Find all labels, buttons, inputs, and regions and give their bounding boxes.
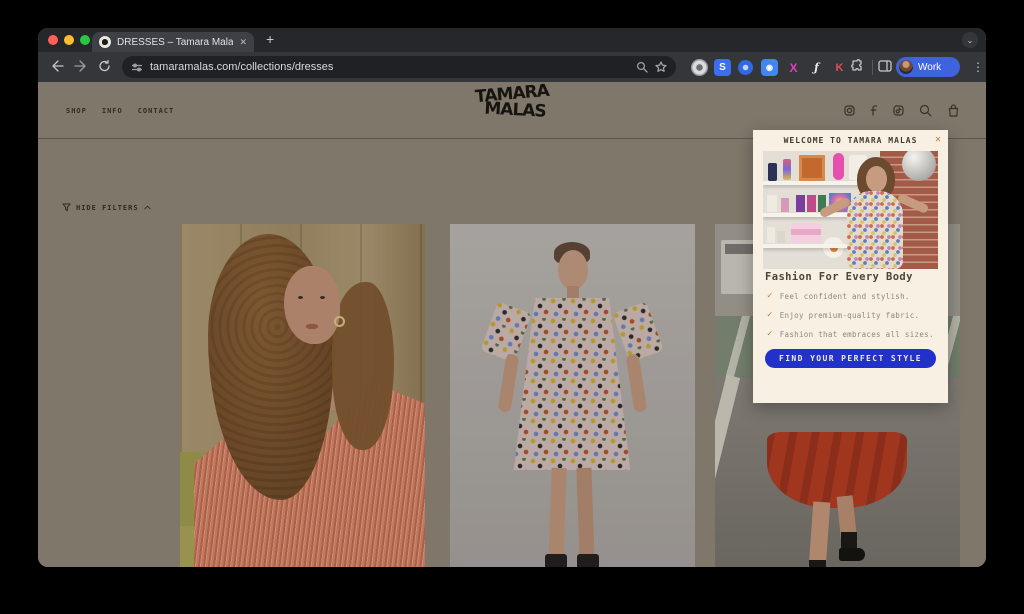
shelf-item-pink-pompoms [833,153,844,180]
shelf-item-magenta-book [807,195,816,212]
site-info-icon[interactable] [131,62,143,73]
header-icons [844,104,960,117]
popup-bullet: ✓ Fashion that embraces all sizes. [767,329,934,339]
tab-favicon-icon [99,36,111,48]
model-lips [306,324,318,329]
side-panel-icon[interactable] [878,60,892,74]
shelf-item-navy-bottle [768,163,777,181]
url-text: tamaramalas.com/collections/dresses [150,61,629,73]
tab-search-button[interactable]: ⌄ [962,32,978,48]
woman-face [866,166,887,192]
popup-boutique-photo [763,151,938,269]
model-eye-right [320,296,325,299]
bullet-text: Feel confident and stylish. [780,292,910,301]
cart-bag-icon[interactable] [947,104,960,117]
back-button[interactable] [50,60,64,74]
black-boot-left [545,554,567,567]
bullet-text: Fashion that embraces all sizes. [780,330,934,339]
hide-filters-label: HIDE FILTERS [76,204,139,212]
popup-header: WELCOME TO TAMARA MALAS [753,130,948,151]
browser-menu-icon[interactable]: ⋮ [972,60,984,74]
profile-avatar [899,60,913,74]
instagram-icon[interactable] [844,105,855,116]
toolbar-separator [872,60,873,75]
facebook-icon[interactable] [870,105,878,116]
nav-item-contact[interactable]: CONTACT [138,107,175,115]
tab-strip: DRESSES – Tamara Malas ✕ + ⌄ [38,28,986,52]
model-hair-right [332,282,394,450]
find-your-style-button[interactable]: FIND YOUR PERFECT STYLE [765,349,936,368]
product-photo-tess[interactable] [450,224,695,567]
tiktok-icon[interactable] [893,105,904,116]
recorder-extension-icon[interactable] [691,59,708,76]
browser-toolbar: tamaramalas.com/collections/dresses S ◉ … [38,52,986,82]
new-tab-button[interactable]: + [266,31,274,47]
forward-button[interactable] [74,60,88,74]
check-icon: ✓ [767,329,773,339]
popup-close-icon[interactable]: ✕ [935,135,941,145]
popup-bullet: ✓ Feel confident and stylish. [767,291,910,301]
shelf-item-orange-book [799,155,825,181]
bullet-text: Enjoy premium-quality fabric. [780,311,920,320]
logo-line-2: MALAS [478,101,552,120]
popup-title: Fashion For Every Body [765,271,913,283]
site-logo[interactable]: TAMARA MALAS [475,87,549,118]
browser-tab[interactable]: DRESSES – Tamara Malas ✕ [92,32,254,52]
product-photo-penelope[interactable] [180,224,425,567]
hide-filters-toggle[interactable]: HIDE FILTERS [62,203,151,212]
model-eye-left [298,296,303,299]
model-face [284,266,340,344]
tab-title: DRESSES – Tamara Malas [117,37,233,48]
check-icon: ✓ [767,291,773,301]
shelf-item-purple-book [796,195,805,212]
check-icon: ✓ [767,310,773,320]
black-boot-right [577,554,599,567]
stripe-extension-icon[interactable]: S [714,59,731,76]
header-search-icon[interactable] [919,104,932,117]
screenshot-stage: DRESSES – Tamara Malas ✕ + ⌄ [0,0,1024,614]
model-neck [567,286,579,300]
bookmark-star-icon[interactable] [655,61,667,73]
profile-chip[interactable]: Work [896,57,960,77]
shelf-item-white-bottle [767,227,775,243]
blue-dot-extension-icon[interactable] [738,60,753,75]
woman-print-dress [847,191,903,269]
nav-item-shop[interactable]: SHOP [66,107,87,115]
nav-item-info[interactable]: INFO [102,107,123,115]
function-extension-icon[interactable]: ƒ [808,59,825,76]
black-sock-left [809,560,826,567]
hoop-earring [334,316,345,327]
screenshot-extension-icon[interactable]: ◉ [761,59,778,76]
popup-bullet: ✓ Enjoy premium-quality fabric. [767,310,919,320]
search-icon[interactable] [636,61,648,73]
shelf-item-jar [777,231,785,243]
browser-window: DRESSES – Tamara Malas ✕ + ⌄ [38,28,986,567]
site-page: SHOP INFO CONTACT TAMARA MALAS [38,82,986,567]
main-nav: SHOP INFO CONTACT [66,107,174,115]
shelf-item-white-box [767,195,777,212]
reload-button[interactable] [98,60,111,75]
macos-zoom-button[interactable] [80,35,90,45]
shelf-item-totem [783,159,791,180]
shelf-item-pink-bottle [781,198,789,212]
filter-funnel-icon [62,203,71,212]
product-card-tess[interactable]: TESS DRESS €69.95 [450,224,695,567]
black-shoe-right [839,548,865,561]
macos-minimize-button[interactable] [64,35,74,45]
chevron-up-icon [144,205,151,210]
macos-close-button[interactable] [48,35,58,45]
address-bar[interactable]: tamaramalas.com/collections/dresses [122,56,676,78]
welcome-popup: WELCOME TO TAMARA MALAS ✕ [753,130,948,403]
tab-close-icon[interactable]: ✕ [239,38,247,47]
model-face [558,250,588,290]
model-leg-right [576,468,594,560]
pink-cake [791,223,821,243]
product-card-penelope[interactable]: PENELOPE DRESS €212.95 [180,224,425,567]
extensions-puzzle-icon[interactable] [850,59,864,75]
profile-name: Work [918,62,941,73]
kagi-extension-icon[interactable]: K [831,59,848,76]
pink-x-extension-icon[interactable]: X [785,59,802,76]
